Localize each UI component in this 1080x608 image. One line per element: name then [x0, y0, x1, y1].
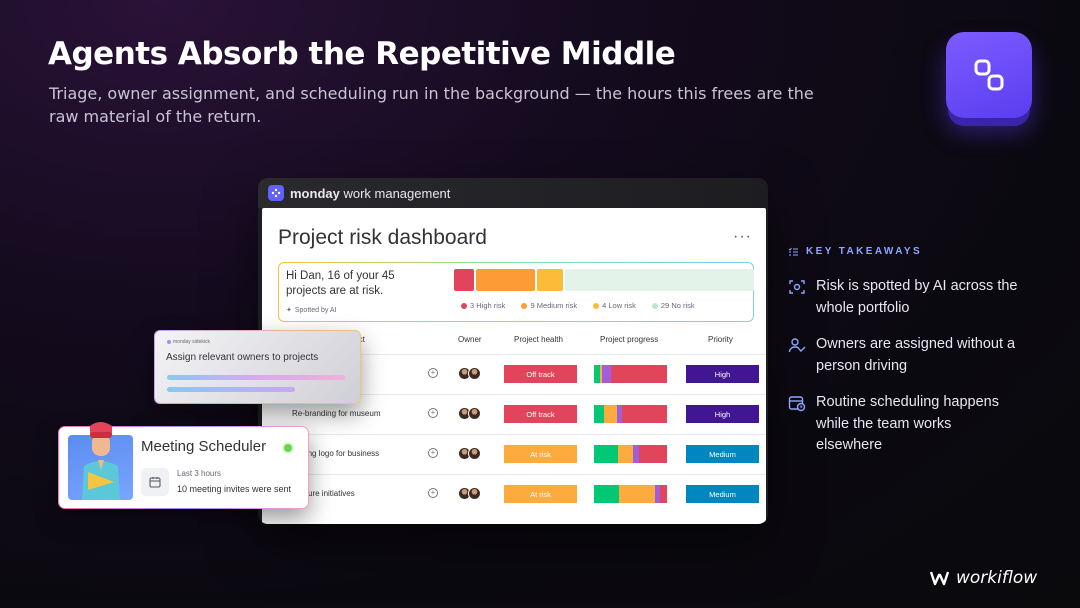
window-titlebar: monday work management	[258, 178, 768, 208]
avatar	[468, 447, 481, 460]
risk-segment	[454, 269, 474, 291]
agent-character-icon	[82, 422, 120, 500]
risk-summary-text: Hi Dan, 16 of your 45 projects are at ri…	[286, 270, 395, 297]
takeaway-item: Risk is spotted by AI across the whole p…	[788, 276, 1038, 319]
progress-segment	[621, 405, 667, 423]
takeaway-item: Routine scheduling happens while the tea…	[788, 392, 1018, 457]
project-health-status[interactable]: Off track	[504, 405, 577, 423]
add-update-icon[interactable]: +	[428, 368, 438, 378]
risk-legend-item: 29 No risk	[651, 301, 695, 310]
risk-segment	[537, 269, 563, 291]
workflow-app-icon	[946, 32, 1032, 118]
progress-segment	[594, 485, 619, 503]
online-status-indicator	[284, 444, 292, 452]
owner-avatars[interactable]	[458, 367, 481, 380]
list-icon	[788, 247, 798, 255]
project-progress-bar	[594, 485, 667, 503]
takeaway-item: Owners are assigned without a person dri…	[788, 334, 1038, 377]
avatar	[468, 407, 481, 420]
workiflow-logo: workiflow	[930, 568, 1037, 588]
progress-segment	[594, 405, 605, 423]
monday-logo-icon	[268, 185, 284, 201]
loading-line	[167, 387, 295, 392]
workiflow-logo-icon	[930, 571, 950, 586]
slide-title: Agents Absorb the Repetitive Middle	[48, 36, 676, 72]
assign-owners-popup[interactable]: monday sidekick Assign relevant owners t…	[154, 330, 361, 404]
project-health-status[interactable]: Off track	[504, 365, 577, 383]
owner-avatars[interactable]	[458, 447, 481, 460]
progress-segment	[610, 365, 667, 383]
progress-segment	[659, 485, 667, 503]
key-takeaways-heading: KEY TAKEAWAYS	[788, 246, 922, 257]
risk-summary-card: Hi Dan, 16 of your 45 projects are at ri…	[278, 262, 754, 322]
calendar-icon	[141, 468, 169, 496]
progress-segment	[618, 485, 656, 503]
col-owner[interactable]: Owner	[458, 335, 482, 344]
app-brand: monday work management	[290, 185, 451, 201]
table-row[interactable]: reating logo for business + At risk Medium	[262, 434, 766, 474]
meeting-invites-count: 10 meeting invites were sent	[177, 484, 292, 494]
scan-ai-icon	[789, 280, 805, 294]
progress-segment	[604, 405, 618, 423]
add-update-icon[interactable]: +	[428, 488, 438, 498]
spotted-by-ai: ✦ Spotted by AI	[286, 306, 337, 315]
col-progress[interactable]: Project progress	[600, 335, 658, 344]
project-health-status[interactable]: At risk	[504, 485, 577, 503]
avatar	[468, 367, 481, 380]
user-check-icon	[788, 338, 806, 353]
owner-avatars[interactable]	[458, 407, 481, 420]
progress-segment	[638, 445, 667, 463]
calendar-clock-icon	[788, 396, 806, 412]
add-update-icon[interactable]: +	[428, 448, 438, 458]
avatar	[468, 487, 481, 500]
agent-avatar	[68, 422, 133, 500]
add-update-icon[interactable]: +	[428, 408, 438, 418]
risk-segment	[565, 269, 754, 291]
col-priority[interactable]: Priority	[708, 335, 733, 344]
sidekick-brand: monday sidekick	[167, 339, 210, 345]
priority-label[interactable]: Medium	[686, 485, 759, 503]
progress-segment	[618, 445, 633, 463]
link-nodes-icon	[974, 59, 1004, 91]
project-name: Re-branding for museum	[292, 409, 381, 418]
slide-subtitle: Triage, owner assignment, and scheduling…	[49, 84, 814, 126]
progress-segment	[594, 445, 619, 463]
sidekick-icon	[167, 340, 171, 344]
risk-legend: 3 High risk 9 Medium risk 4 Low risk 29 No …	[461, 301, 695, 310]
risk-distribution-bar	[454, 269, 754, 291]
risk-legend-item: 4 Low risk	[593, 301, 636, 310]
risk-segment	[476, 269, 535, 291]
board-title: Project risk dashboard	[278, 226, 487, 249]
priority-label[interactable]: Medium	[686, 445, 759, 463]
project-progress-bar	[594, 445, 667, 463]
loading-line	[167, 375, 345, 380]
priority-label[interactable]: High	[686, 365, 759, 383]
more-options-button[interactable]: ···	[733, 228, 752, 246]
meeting-scheduler-card[interactable]: Meeting Scheduler Last 3 hours 10 meetin…	[58, 422, 309, 509]
table-row[interactable]: A future initiatives + At risk Medium	[262, 474, 766, 514]
takeaway-text: Risk is spotted by AI across the whole p…	[816, 278, 1018, 316]
risk-legend-item: 3 High risk	[461, 301, 505, 310]
col-health[interactable]: Project health	[514, 335, 563, 344]
ai-sparkle-icon: ✦	[286, 307, 292, 314]
owner-avatars[interactable]	[458, 487, 481, 500]
risk-legend-item: 9 Medium risk	[521, 301, 577, 310]
takeaway-text: Routine scheduling happens while the tea…	[816, 394, 999, 453]
project-health-status[interactable]: At risk	[504, 445, 577, 463]
project-progress-bar	[594, 365, 667, 383]
project-progress-bar	[594, 405, 667, 423]
popup-prompt: Assign relevant owners to projects	[166, 352, 319, 363]
meeting-timeframe: Last 3 hours	[177, 469, 222, 478]
priority-label[interactable]: High	[686, 405, 759, 423]
meeting-title: Meeting Scheduler	[141, 438, 267, 455]
takeaway-text: Owners are assigned without a person dri…	[816, 336, 1016, 374]
progress-segment	[602, 365, 611, 383]
